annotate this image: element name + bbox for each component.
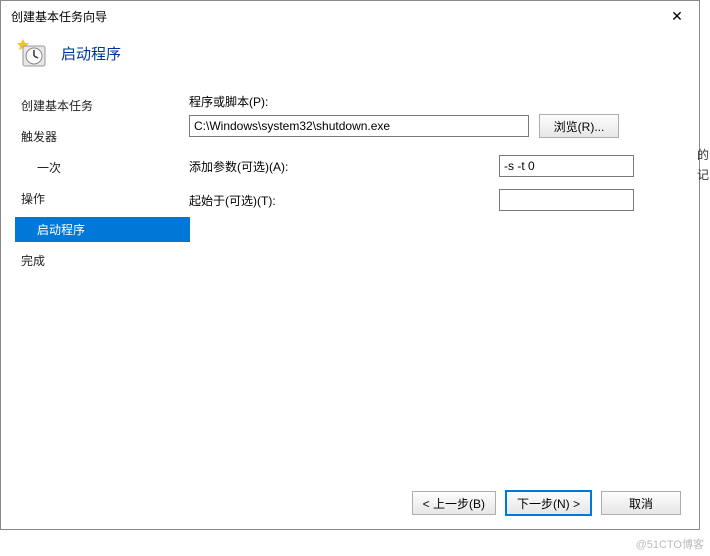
program-field-group: 程序或脚本(P): 浏览(R)... [189,93,679,138]
sidebar-item-trigger[interactable]: 触发器 [15,124,181,149]
args-label: 添加参数(可选)(A): [189,158,499,175]
startin-label: 起始于(可选)(T): [189,192,499,209]
clock-wizard-icon [15,37,47,69]
page-title: 启动程序 [61,43,121,64]
args-input[interactable] [499,155,634,177]
sidebar-item-once[interactable]: 一次 [15,155,181,180]
sidebar-item-finish[interactable]: 完成 [15,248,181,273]
program-input[interactable] [189,115,529,137]
close-icon: ✕ [671,8,683,25]
wizard-window: 创建基本任务向导 ✕ 启动程序 创建基本任务 触发器 一次 操作 启动程序 完成 [0,0,700,530]
next-button[interactable]: 下一步(N) > [506,491,591,515]
header-row: 启动程序 [1,31,699,87]
args-field-group: 添加参数(可选)(A): [189,154,679,178]
window-title: 创建基本任务向导 [11,8,107,25]
sidebar-item-start-program[interactable]: 启动程序 [15,217,190,242]
wizard-sidebar: 创建基本任务 触发器 一次 操作 启动程序 完成 [1,87,181,457]
browse-button[interactable]: 浏览(R)... [539,114,619,138]
cancel-button[interactable]: 取消 [601,491,681,515]
background-text-fragment: 的 记 [697,145,709,185]
sidebar-item-create-basic-task[interactable]: 创建基本任务 [15,93,181,118]
startin-field-group: 起始于(可选)(T): [189,188,679,212]
close-button[interactable]: ✕ [657,2,697,30]
content-row: 创建基本任务 触发器 一次 操作 启动程序 完成 程序或脚本(P): 浏览(R)… [1,87,699,457]
wizard-button-row: < 上一步(B) 下一步(N) > 取消 [412,491,681,515]
sidebar-item-action[interactable]: 操作 [15,186,181,211]
titlebar: 创建基本任务向导 ✕ [1,1,699,31]
startin-input[interactable] [499,189,634,211]
watermark-text: @51CTO博客 [636,536,704,552]
main-panel: 程序或脚本(P): 浏览(R)... 添加参数(可选)(A): 起始于(可选)(… [181,87,699,457]
program-label: 程序或脚本(P): [189,93,679,110]
back-button[interactable]: < 上一步(B) [412,491,496,515]
